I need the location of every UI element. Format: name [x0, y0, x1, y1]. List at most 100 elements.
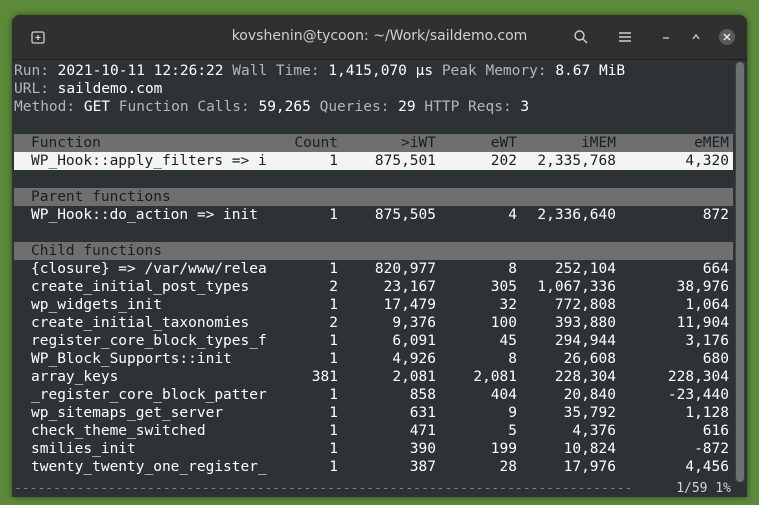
- terminal-body[interactable]: Run: 2021-10-11 12:26:22 Wall Time: 1,41…: [12, 60, 747, 497]
- child-function-name: wp_widgets_init: [31, 297, 162, 313]
- child-function-emem: -23,440: [667, 387, 729, 403]
- child-function-iwt: 2,081: [392, 369, 436, 385]
- col-ewt[interactable]: eWT: [491, 134, 517, 152]
- child-function-ewt: 305: [490, 279, 517, 295]
- child-function-emem: 664: [702, 261, 729, 277]
- child-function-row[interactable]: check_theme_switched 1 471 5 4,376 616: [14, 422, 733, 440]
- scrollbar[interactable]: [735, 62, 745, 482]
- child-function-imem: 1,067,336: [537, 279, 616, 295]
- child-function-emem: 1,064: [685, 297, 729, 313]
- child-function-count: 381: [311, 369, 338, 385]
- titlebar: kovshenin@tycoon: ~/Work/saildemo.com: [12, 15, 747, 60]
- child-function-imem: 17,976: [563, 459, 616, 475]
- child-function-name: wp_sitemaps_get_server: [31, 405, 224, 421]
- child-function-name: {closure} => /var/www/relea: [31, 261, 267, 277]
- child-function-ewt: 8: [508, 351, 517, 367]
- child-function-iwt: 4,926: [392, 351, 436, 367]
- child-function-row[interactable]: WP_Block_Supports::init 1 4,926 8 26,608 680: [14, 350, 733, 368]
- parent-function-iwt: 875,505: [374, 207, 436, 223]
- child-function-emem: 3,176: [685, 333, 729, 349]
- status-line: ----------------------------------------…: [14, 481, 745, 497]
- parent-function-row[interactable]: WP_Hook::do_action => init 1 875,505 4 2,336…: [14, 206, 733, 224]
- maximize-icon[interactable]: [685, 26, 707, 48]
- child-function-name: create_initial_post_types: [31, 279, 250, 295]
- child-function-iwt: 471: [409, 423, 436, 439]
- child-function-row[interactable]: wp_sitemaps_get_server 1 631 9 35,792 1,128: [14, 404, 733, 422]
- request-summary-line: Method: GET Function Calls: 59,265 Queri…: [14, 99, 530, 115]
- child-function-count: 1: [329, 405, 338, 421]
- col-count[interactable]: Count: [294, 134, 338, 152]
- child-function-ewt: 8: [508, 261, 517, 277]
- child-function-count: 2: [329, 315, 338, 331]
- child-function-count: 1: [329, 387, 338, 403]
- child-function-ewt: 5: [508, 423, 517, 439]
- child-function-row[interactable]: _register_core_block_patter 1 858 404 20,840…: [14, 386, 733, 404]
- selected-function-row[interactable]: WP_Hook::apply_filters => i 1 875,501 20…: [14, 152, 733, 170]
- child-function-count: 1: [329, 423, 338, 439]
- child-function-count: 2: [329, 279, 338, 295]
- terminal-window: kovshenin@tycoon: ~/Work/saildemo.com Ru…: [12, 15, 747, 497]
- child-function-iwt: 390: [409, 441, 436, 457]
- child-function-ewt: 100: [490, 315, 517, 331]
- parent-function-imem: 2,336,640: [537, 207, 616, 223]
- child-function-iwt: 9,376: [392, 315, 436, 331]
- column-header: Function Count >iWT eWT iMEM eMEM: [14, 134, 733, 152]
- child-function-ewt: 9: [508, 405, 517, 421]
- run-summary-line: Run: 2021-10-11 12:26:22 Wall Time: 1,41…: [14, 63, 626, 79]
- child-function-ewt: 404: [490, 387, 517, 403]
- child-function-row[interactable]: smilies_init 1 390 199 10,824 -872: [14, 440, 733, 458]
- child-function-count: 1: [329, 441, 338, 457]
- minimize-icon[interactable]: [655, 26, 677, 48]
- child-function-iwt: 631: [409, 405, 436, 421]
- child-function-row[interactable]: create_initial_post_types 2 23,167 305 1,067…: [14, 278, 733, 296]
- window-title: kovshenin@tycoon: ~/Work/saildemo.com: [231, 28, 528, 44]
- child-function-emem: 1,128: [685, 405, 729, 421]
- status-divider: ----------------------------------------…: [14, 481, 634, 496]
- child-function-emem: 11,904: [676, 315, 729, 331]
- child-function-row[interactable]: create_initial_taxonomies 2 9,376 100 393,88…: [14, 314, 733, 332]
- child-function-ewt: 2,081: [473, 369, 517, 385]
- menu-icon[interactable]: [614, 26, 636, 48]
- col-emem[interactable]: eMEM: [694, 134, 729, 152]
- parent-function-emem: 872: [702, 207, 729, 223]
- child-function-iwt: 6,091: [392, 333, 436, 349]
- child-function-emem: 4,456: [685, 459, 729, 475]
- child-function-row[interactable]: {closure} => /var/www/relea 1 820,977 8 252,…: [14, 260, 733, 278]
- child-function-name: register_core_block_types_f: [31, 333, 267, 349]
- child-function-row[interactable]: register_core_block_types_f 1 6,091 45 294,9…: [14, 332, 733, 350]
- child-function-ewt: 32: [499, 297, 517, 313]
- search-icon[interactable]: [570, 26, 592, 48]
- col-function[interactable]: Function: [31, 134, 276, 152]
- child-function-imem: 393,880: [554, 315, 616, 331]
- child-function-imem: 252,104: [554, 261, 616, 277]
- child-function-iwt: 820,977: [374, 261, 436, 277]
- child-function-imem: 4,376: [572, 423, 616, 439]
- child-function-iwt: 858: [409, 387, 436, 403]
- child-function-imem: 20,840: [563, 387, 616, 403]
- child-function-count: 1: [329, 261, 338, 277]
- child-function-name: check_theme_switched: [31, 423, 206, 439]
- child-function-row[interactable]: twenty_twenty_one_register_ 1 387 28 17,976 4…: [14, 458, 733, 476]
- child-function-name: WP_Block_Supports::init: [31, 351, 232, 367]
- parent-function-ewt: 4: [508, 207, 517, 223]
- col-imem[interactable]: iMEM: [581, 134, 616, 152]
- child-function-iwt: 17,479: [383, 297, 436, 313]
- col-iwt[interactable]: >iWT: [401, 134, 436, 152]
- child-function-ewt: 28: [499, 459, 517, 475]
- child-function-count: 1: [329, 351, 338, 367]
- child-function-count: 1: [329, 459, 338, 475]
- close-icon[interactable]: [716, 26, 738, 48]
- child-function-imem: 10,824: [563, 441, 616, 457]
- scrollbar-thumb[interactable]: [736, 62, 744, 482]
- child-function-imem: 35,792: [563, 405, 616, 421]
- child-function-row[interactable]: wp_widgets_init 1 17,479 32 772,808 1,064: [14, 296, 733, 314]
- child-function-emem: 38,976: [676, 279, 729, 295]
- child-function-imem: 228,304: [554, 369, 616, 385]
- child-function-name: create_initial_taxonomies: [31, 315, 250, 331]
- child-function-row[interactable]: array_keys 381 2,081 2,081 228,304 228,304: [14, 368, 733, 386]
- parent-function-name: WP_Hook::do_action => init: [31, 207, 258, 223]
- url-line: URL: saildemo.com: [14, 81, 163, 97]
- child-function-emem: -872: [694, 441, 729, 457]
- child-function-count: 1: [329, 333, 338, 349]
- scroll-position: 1/59 1%: [676, 481, 731, 496]
